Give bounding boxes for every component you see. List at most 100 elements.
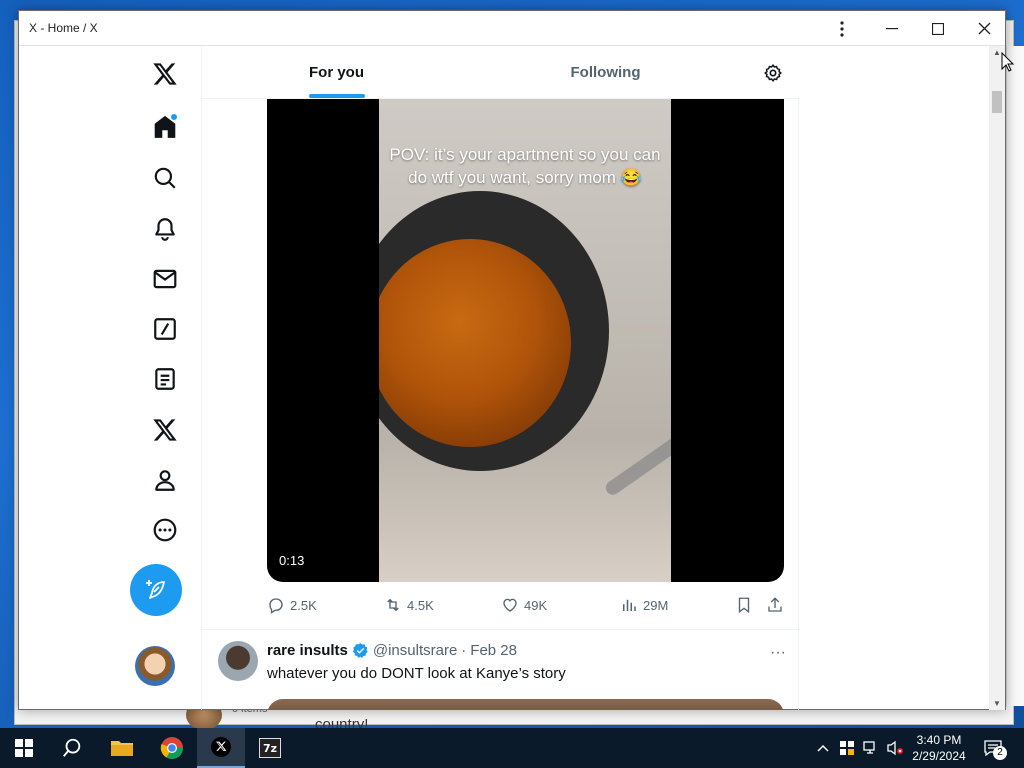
scroll-up-arrow-icon[interactable]: ▲ [993, 48, 1001, 57]
tweet-header: rare insults @insultsrare · Feb 28 [267, 642, 517, 659]
maximize-icon [932, 22, 944, 35]
author-name[interactable]: rare insults [267, 642, 348, 659]
tweet[interactable]: rare insults @insultsrare · Feb 28 ··· w… [202, 630, 800, 710]
tab-for-you[interactable]: For you [202, 46, 471, 98]
nav-grok[interactable] [140, 304, 190, 354]
7zip-label: 7z [262, 741, 278, 755]
volume-muted-icon[interactable] [885, 728, 905, 768]
share-button[interactable] [766, 591, 784, 619]
author-handle[interactable]: @insultsrare [373, 642, 457, 659]
reply-button[interactable]: 2.5K [267, 591, 317, 619]
nav-profile[interactable] [140, 455, 190, 505]
chrome-icon [160, 737, 183, 759]
left-sidebar-nav [129, 46, 201, 710]
page-content: For you Following POV: it’s your apartme… [19, 46, 1005, 710]
nav-explore[interactable] [140, 153, 190, 203]
browser-window: X - Home / X For you Following POV: it’s… [18, 10, 1006, 710]
taskbar-search-button[interactable] [48, 728, 96, 768]
clock-date: 2/29/2024 [912, 749, 966, 763]
search-icon [154, 167, 176, 189]
x-logo-icon [153, 63, 177, 85]
7zip-button[interactable]: 7z [246, 728, 294, 768]
app-menu-button[interactable] [819, 11, 865, 46]
repost-button[interactable]: 4.5K [384, 591, 434, 619]
repost-count: 4.5K [407, 597, 434, 613]
x-app-icon [211, 737, 231, 757]
notification-count-badge: 2 [993, 746, 1007, 760]
feather-plus-icon [146, 580, 165, 599]
tray-overflow-chevron-icon[interactable] [814, 728, 832, 768]
nav-home[interactable] [140, 102, 190, 152]
notifications-bell-icon [155, 218, 175, 241]
nav-x-logo[interactable] [140, 49, 190, 99]
clock-time: 3:40 PM [916, 733, 962, 747]
tab-label: Following [570, 63, 641, 81]
messages-envelope-icon [153, 269, 177, 289]
network-icon[interactable] [862, 728, 880, 768]
premium-x-icon [153, 419, 177, 441]
nav-premium[interactable] [140, 405, 190, 455]
tweet-media[interactable] [267, 699, 784, 710]
reply-count: 2.5K [290, 597, 317, 613]
more-circle-icon [153, 518, 177, 542]
tab-label: For you [309, 63, 364, 81]
minimize-button[interactable] [869, 11, 915, 46]
title-bar[interactable]: X - Home / X [19, 11, 1005, 46]
file-explorer-icon [111, 741, 133, 756]
bookmark-button[interactable] [735, 591, 753, 619]
close-icon [978, 22, 990, 35]
tweet-text: whatever you do DONT look at Kanye’s sto… [267, 665, 566, 682]
tweet-actions: 2.5K 4.5K 49K 29M [267, 591, 784, 619]
maximize-button[interactable] [915, 11, 961, 46]
views-bar-chart-icon [623, 599, 636, 611]
video-player[interactable]: POV: it’s your apartment so you can do w… [267, 99, 784, 582]
like-count: 49K [524, 597, 548, 613]
timeline-tabs: For you Following [202, 46, 800, 99]
video-duration: 0:13 [279, 553, 305, 568]
views-button[interactable]: 29M [620, 591, 668, 619]
7zip-icon: 7z [259, 738, 281, 758]
window-title: X - Home / X [29, 21, 98, 35]
scrollbar-thumb[interactable] [992, 91, 1002, 113]
nav-lists[interactable] [140, 354, 190, 404]
post-button[interactable] [130, 564, 182, 616]
bookmark-icon [738, 597, 750, 614]
minimize-icon [886, 27, 898, 29]
lists-icon [155, 368, 175, 390]
video-frame: POV: it’s your apartment so you can do w… [379, 99, 671, 582]
page-scrollbar[interactable]: ▲ ▼ [989, 46, 1005, 710]
reply-bubble-icon [269, 598, 283, 614]
verified-badge-icon [352, 642, 369, 659]
background-window-edge [1006, 46, 1024, 706]
like-button[interactable]: 49K [501, 591, 547, 619]
start-button[interactable] [0, 728, 48, 768]
windows-taskbar: 7z 3:40 PM 2/29/2024 [0, 728, 1024, 768]
account-avatar[interactable] [135, 646, 175, 686]
tab-following[interactable]: Following [471, 46, 740, 98]
system-clock[interactable]: 3:40 PM 2/29/2024 [906, 732, 972, 764]
security-shield-icon[interactable] [838, 728, 856, 768]
nav-more[interactable] [140, 505, 190, 555]
video-caption: POV: it’s your apartment so you can do w… [389, 145, 661, 187]
close-button[interactable] [961, 11, 1007, 46]
nav-messages[interactable] [140, 254, 190, 304]
profile-person-icon [155, 470, 175, 491]
chrome-button[interactable] [148, 728, 196, 768]
vertical-dots-icon [840, 20, 844, 37]
mouse-cursor-icon [1001, 52, 1015, 72]
x-app-button[interactable] [197, 728, 245, 768]
scroll-down-arrow-icon[interactable]: ▼ [993, 699, 1001, 708]
windows-start-icon [15, 739, 33, 757]
more-horizontal-icon: ··· [770, 644, 786, 661]
nav-notifications[interactable] [140, 204, 190, 254]
tweet-author-avatar[interactable] [218, 641, 258, 681]
timeline-settings-button[interactable] [758, 58, 788, 88]
home-timeline: For you Following POV: it’s your apartme… [201, 46, 800, 710]
grok-icon [154, 318, 176, 340]
tweet-date[interactable]: Feb 28 [470, 642, 517, 659]
video-handle-shape [603, 434, 671, 498]
file-explorer-button[interactable] [98, 728, 146, 768]
gear-icon [764, 64, 782, 82]
heart-icon [503, 598, 517, 612]
tweet-more-button[interactable]: ··· [770, 644, 786, 662]
